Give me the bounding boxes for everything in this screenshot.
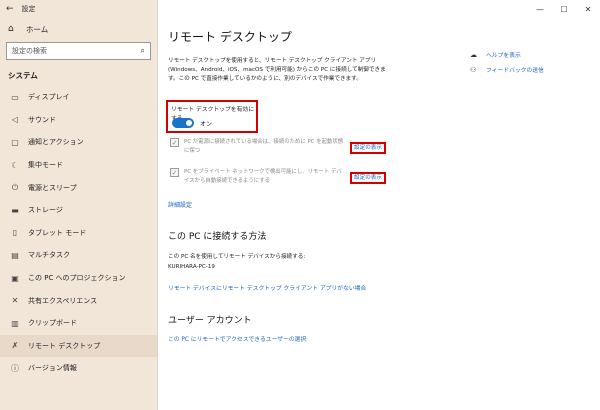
sidebar-item-sound[interactable]: ◁ サウンド bbox=[0, 109, 157, 132]
remote-desktop-icon: ✗ bbox=[11, 341, 19, 351]
enable-remote-desktop-group: リモート デスクトップを有効にする オン bbox=[166, 100, 258, 133]
discoverable-checkbox[interactable]: ✓ bbox=[170, 168, 179, 177]
notification-icon: ▢ bbox=[11, 137, 19, 147]
projection-icon: ▣ bbox=[11, 273, 19, 283]
sidebar-item-label: 集中モード bbox=[28, 161, 63, 170]
sidebar-item-display[interactable]: ▭ ディスプレイ bbox=[0, 86, 157, 109]
sidebar-item-label: クリップボード bbox=[28, 319, 77, 328]
connect-info: この PC 名を使用してリモート デバイスから接続する: bbox=[168, 254, 306, 260]
sidebar-item-projection[interactable]: ▣ この PC へのプロジェクション bbox=[0, 267, 157, 290]
info-icon: ⓘ bbox=[11, 363, 19, 373]
page-title: リモート デスクトップ bbox=[168, 30, 292, 44]
speaker-icon: ◁ bbox=[11, 115, 19, 125]
sidebar-item-label: 電源とスリープ bbox=[28, 183, 77, 192]
monitor-icon: ▭ bbox=[11, 92, 19, 102]
window-controls: — ☐ ✕ bbox=[528, 0, 600, 18]
main-content: — ☐ ✕ リモート デスクトップ リモート デスクトップを使用すると、リモート… bbox=[158, 0, 600, 410]
sidebar: ← 設定 ⌂ ホーム 設定の検索 ⌕ システム ▭ ディスプレイ ◁ サウンド ▢ 通… bbox=[0, 0, 158, 410]
feedback-icon: ⚇ bbox=[470, 65, 477, 74]
advanced-settings-link[interactable]: 詳細設定 bbox=[168, 200, 192, 209]
power-icon: ⏻ bbox=[11, 182, 19, 192]
sidebar-item-multitask[interactable]: ▤ マルチタスク bbox=[0, 244, 157, 267]
sidebar-item-storage[interactable]: ▬ ストレージ bbox=[0, 199, 157, 222]
feedback-link-label: フィードバックの送信 bbox=[486, 68, 544, 74]
select-users-link[interactable]: この PC にリモートでアクセスできるユーザーの選択 bbox=[168, 334, 306, 343]
storage-icon: ▬ bbox=[11, 205, 19, 215]
sidebar-item-power[interactable]: ⏻ 電源とスリープ bbox=[0, 176, 157, 199]
sidebar-item-label: タブレット モード bbox=[28, 228, 87, 237]
sidebar-item-focus[interactable]: ☾ 集中モード bbox=[0, 154, 157, 177]
sidebar-item-label: マルチタスク bbox=[28, 251, 70, 260]
toggle-state: オン bbox=[200, 121, 213, 128]
close-icon[interactable]: ✕ bbox=[576, 0, 600, 18]
sidebar-item-remote-desktop[interactable]: ✗ リモート デスクトップ bbox=[0, 334, 157, 358]
search-icon[interactable]: ⌕ bbox=[141, 46, 145, 56]
sidebar-item-about[interactable]: ⓘ バージョン情報 bbox=[0, 357, 157, 380]
sidebar-item-label: ディスプレイ bbox=[28, 93, 70, 102]
sidebar-item-label: 通知とアクション bbox=[28, 138, 84, 147]
help-link[interactable]: ☁ ヘルプを表示 bbox=[470, 50, 521, 60]
minimize-icon[interactable]: — bbox=[528, 0, 552, 18]
sidebar-section-title: システム bbox=[8, 70, 38, 80]
sidebar-home-label: ホーム bbox=[26, 24, 49, 34]
show-settings-link-1[interactable]: 設定の表示 bbox=[350, 142, 386, 154]
option-text: PC をプライベート ネットワークで検出可能にし、リモート デバイスから自動接続… bbox=[184, 169, 342, 184]
no-client-link[interactable]: リモート デバイスにリモート デスクトップ クライアント アプリがない場合 bbox=[168, 283, 366, 292]
search-placeholder: 設定の検索 bbox=[12, 47, 47, 55]
remote-desktop-toggle[interactable] bbox=[172, 118, 194, 128]
toggle-knob bbox=[186, 120, 192, 126]
sidebar-item-tablet[interactable]: ▯ タブレット モード bbox=[0, 222, 157, 245]
maximize-icon[interactable]: ☐ bbox=[552, 0, 576, 18]
search-input[interactable]: 設定の検索 ⌕ bbox=[6, 42, 151, 60]
user-accounts-heading: ユーザー アカウント bbox=[168, 316, 252, 326]
connect-heading: この PC に接続する方法 bbox=[168, 232, 267, 242]
show-settings-link-2[interactable]: 設定の表示 bbox=[350, 172, 386, 184]
feedback-link[interactable]: ⚇ フィードバックの送信 bbox=[470, 65, 544, 75]
help-link-label: ヘルプを表示 bbox=[486, 53, 521, 59]
clipboard-icon: ▥ bbox=[11, 318, 19, 328]
option-text: PC が電源に接続されている場合は、接続のために PC を起動状態に保つ bbox=[184, 139, 344, 154]
sidebar-item-label: ストレージ bbox=[28, 206, 63, 215]
home-icon: ⌂ bbox=[8, 24, 14, 34]
help-icon: ☁ bbox=[470, 50, 477, 59]
page-description: リモート デスクトップを使用すると、リモート デスクトップ クライアント アプリ… bbox=[168, 58, 386, 82]
sidebar-item-label: サウンド bbox=[28, 115, 56, 124]
sidebar-home[interactable]: ⌂ ホーム bbox=[0, 18, 157, 40]
window-title: 設定 bbox=[21, 5, 36, 13]
sidebar-item-label: 共有エクスペリエンス bbox=[28, 296, 98, 305]
option-keep-awake: ✓ PC が電源に接続されている場合は、接続のために PC を起動状態に保つ 設… bbox=[170, 138, 390, 160]
sidebar-item-shared[interactable]: ✕ 共有エクスペリエンス bbox=[0, 289, 157, 312]
sidebar-item-notifications[interactable]: ▢ 通知とアクション bbox=[0, 131, 157, 154]
pc-name: KURIHARA-PC-19 bbox=[168, 264, 215, 270]
multitask-icon: ▤ bbox=[11, 250, 19, 260]
share-icon: ✕ bbox=[11, 296, 19, 306]
keep-awake-checkbox[interactable]: ✓ bbox=[170, 138, 179, 147]
sidebar-item-clipboard[interactable]: ▥ クリップボード bbox=[0, 312, 157, 335]
back-arrow-icon[interactable]: ← bbox=[6, 4, 14, 14]
title-bar: ← 設定 bbox=[0, 0, 157, 18]
sidebar-item-label: バージョン情報 bbox=[28, 364, 77, 373]
moon-icon: ☾ bbox=[11, 160, 19, 170]
tablet-icon: ▯ bbox=[12, 228, 18, 238]
sidebar-item-label: リモート デスクトップ bbox=[28, 341, 101, 350]
sidebar-item-label: この PC へのプロジェクション bbox=[28, 274, 126, 283]
option-discoverable: ✓ PC をプライベート ネットワークで検出可能にし、リモート デバイスから自動… bbox=[170, 168, 390, 190]
